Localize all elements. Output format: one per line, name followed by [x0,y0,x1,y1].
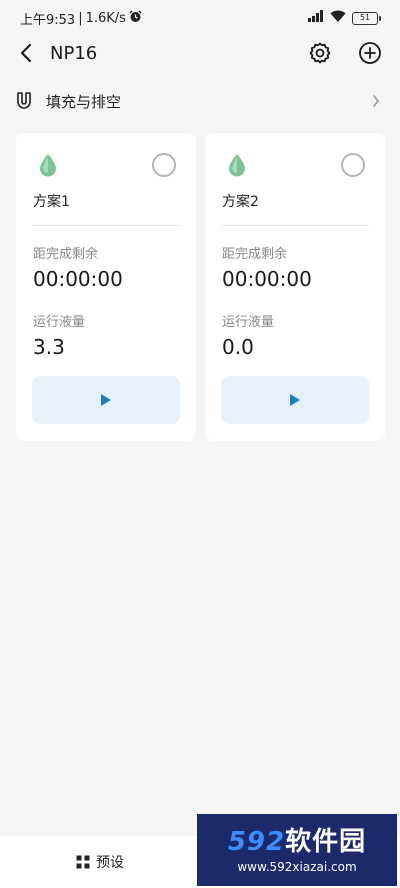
play-icon [101,394,111,406]
alarm-icon [129,9,142,27]
gear-icon [309,42,331,64]
plan-select-radio[interactable] [341,153,365,177]
drop-icon [229,154,245,177]
play-button[interactable] [32,376,180,424]
signal-icon [308,10,324,26]
status-separator: | [78,10,83,26]
watermark-logo: 592软件园 www.592xiazai.com [197,814,397,886]
status-left: 上午9:53 | 1.6K/s [20,9,142,28]
watermark-brand: 592软件园 [227,827,367,857]
volume-label: 运行液量 [33,315,86,330]
divider [221,225,369,226]
divider [32,225,180,226]
remaining-label: 距完成剩余 [33,247,99,262]
fill-drain-row[interactable]: 填充与排空 [0,84,400,118]
plan-name: 方案1 [33,194,70,210]
drop-icon [40,154,56,177]
status-right: 51 [308,10,381,26]
status-speed: 1.6K/s [85,10,126,26]
play-button[interactable] [221,376,369,424]
watermark-url: www.592xiazai.com [237,860,357,874]
plan-select-radio[interactable] [152,153,176,177]
add-button[interactable] [356,39,384,67]
plan-name: 方案2 [222,194,259,210]
page-title: NP16 [50,42,98,64]
volume-label: 运行液量 [222,315,275,330]
play-icon [290,394,300,406]
wifi-icon [330,10,346,26]
plan-card-1[interactable]: 方案1 距完成剩余 00:00:00 运行液量 3.3 [16,133,196,441]
settings-button[interactable] [306,39,334,67]
status-time: 上午9:53 [20,12,76,28]
chevron-right-icon [373,95,380,107]
remaining-time: 00:00:00 [222,267,312,291]
preset-tab[interactable]: 预设 [0,836,200,888]
grid-icon [76,855,90,869]
volume-value: 0.0 [222,335,254,359]
nav-bar: NP16 [0,36,400,70]
plan-cards: 方案1 距完成剩余 00:00:00 运行液量 3.3 方案2 距完成剩余 00… [16,133,385,441]
remaining-label: 距完成剩余 [222,247,288,262]
volume-value: 3.3 [33,335,65,359]
chevron-left-icon [20,43,32,63]
status-bar: 上午9:53 | 1.6K/s 51 [0,0,400,36]
back-button[interactable] [16,40,36,66]
fill-drain-label: 填充与排空 [46,92,122,111]
battery-indicator: 51 [352,11,381,25]
plan-card-2[interactable]: 方案2 距完成剩余 00:00:00 运行液量 0.0 [205,133,385,441]
plus-circle-icon [359,42,381,64]
preset-label: 预设 [96,855,124,871]
magnet-icon [17,92,31,109]
remaining-time: 00:00:00 [33,267,123,291]
